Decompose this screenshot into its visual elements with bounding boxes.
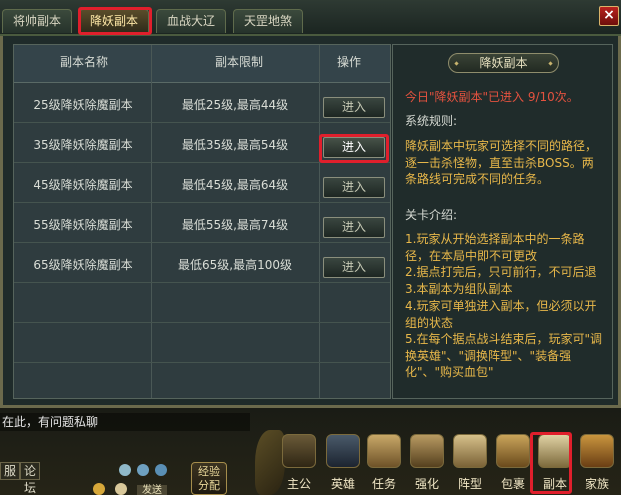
close-button[interactable]: × — [599, 6, 619, 26]
exp-distribute-button[interactable]: 经验 分配 — [191, 462, 227, 495]
level-rule: 1.玩家从开始选择副本中的一条路径，在本局中即不可更改 — [405, 232, 585, 263]
menu-label: 包裹 — [500, 477, 525, 491]
table-row: 35级降妖除魔副本 最低35级,最高54级 进入 — [14, 124, 390, 163]
tab-bar: 将帅副本 降妖副本 血战大辽 天罡地煞 × — [0, 0, 621, 36]
exp-label-line2: 分配 — [198, 479, 220, 492]
row-dungeon-name: 65级降妖除魔副本 — [33, 258, 133, 272]
info-panel: 降妖副本 今日"降妖副本"已进入 9/10次。 系统规则: 降妖副本中玩家可选择… — [392, 44, 613, 399]
enter-button[interactable]: 进入 — [323, 137, 385, 158]
lord-icon — [282, 434, 316, 468]
menu-label: 英雄 — [330, 477, 355, 491]
tab-demon-dungeon[interactable]: 降妖副本 — [79, 9, 149, 33]
menu-label: 阵型 — [457, 477, 482, 491]
tab-general-dungeon[interactable]: 将帅副本 — [2, 9, 72, 33]
hero-icon — [326, 434, 360, 468]
menu-label: 主公 — [286, 477, 311, 491]
table-row: 65级降妖除魔副本 最低65级,最高100级 进入 — [14, 244, 390, 283]
chat-tab-server[interactable]: 服 — [0, 462, 21, 480]
bag-icon — [496, 434, 530, 468]
send-button[interactable]: 发送 — [137, 485, 167, 495]
table-header: 副本名称 副本限制 操作 — [14, 45, 390, 83]
menu-hero[interactable]: 英雄 — [322, 430, 364, 494]
hammer-icon — [410, 434, 444, 468]
menu-formation[interactable]: 阵型 — [449, 430, 491, 494]
dungeon-icon — [538, 434, 572, 468]
menu-dungeon[interactable]: 副本 — [534, 430, 576, 494]
info-title: 降妖副本 — [448, 53, 559, 73]
enter-button[interactable]: 进入 — [323, 97, 385, 118]
menu-bag[interactable]: 包裹 — [492, 430, 534, 494]
header-dungeon-name: 副本名称 — [59, 55, 108, 69]
menu-label: 家族 — [584, 477, 609, 491]
chat-tab-forum[interactable]: 论坛 — [20, 462, 41, 495]
row-dungeon-name: 35级降妖除魔副本 — [33, 138, 133, 152]
level-rule: 4.玩家可单独进入副本，但必须以开组的状态 — [405, 299, 597, 330]
row-dungeon-name: 25级降妖除魔副本 — [33, 98, 133, 112]
enter-button[interactable]: 进入 — [323, 217, 385, 238]
formation-icon — [453, 434, 487, 468]
table-row-empty — [14, 324, 390, 363]
row-dungeon-limit: 最低65级,最高100级 — [178, 258, 292, 272]
chat-message: 在此，有问题私聊 — [0, 413, 250, 431]
menu-lord[interactable]: 主公 — [278, 430, 320, 494]
row-dungeon-limit: 最低45级,最高64级 — [181, 178, 289, 192]
dungeon-panel: 副本名称 副本限制 操作 25级降妖除魔副本 最低25级,最高44级 进入 35… — [0, 36, 621, 408]
speaker-icon[interactable] — [115, 483, 127, 495]
eye-icon[interactable] — [119, 464, 131, 476]
level-rule: 5.在每个据点战斗结束后，玩家可"调换英雄"、"调换阵型"、"装备强化"、"购买… — [405, 332, 602, 379]
levels-heading: 关卡介绍: — [405, 208, 458, 222]
today-entries-text: 今日"降妖副本"已进入 9/10次。 — [405, 90, 579, 104]
menu-enhance[interactable]: 强化 — [406, 430, 448, 494]
table-row-empty — [14, 364, 390, 403]
menu-label: 副本 — [542, 477, 567, 491]
row-dungeon-limit: 最低25级,最高44级 — [181, 98, 289, 112]
person-icon[interactable] — [137, 464, 149, 476]
tab-liao-battle[interactable]: 血战大辽 — [156, 9, 226, 33]
enter-button[interactable]: 进入 — [323, 257, 385, 278]
menu-label: 任务 — [371, 477, 396, 491]
level-rule: 3.本副本为组队副本 — [405, 282, 513, 296]
header-action: 操作 — [336, 55, 361, 69]
table-row: 25级降妖除魔副本 最低25级,最高44级 进入 — [14, 84, 390, 123]
row-dungeon-name: 45级降妖除魔副本 — [33, 178, 133, 192]
menu-quest[interactable]: 任务 — [363, 430, 405, 494]
table-row-empty — [14, 284, 390, 323]
header-dungeon-limit: 副本限制 — [214, 55, 263, 69]
dungeon-table: 副本名称 副本限制 操作 25级降妖除魔副本 最低25级,最高44级 进入 35… — [13, 44, 391, 399]
row-dungeon-name: 55级降妖除魔副本 — [33, 218, 133, 232]
row-dungeon-limit: 最低35级,最高54级 — [181, 138, 289, 152]
menu-family[interactable]: 家族 — [576, 430, 618, 494]
rules-body: 降妖副本中玩家可选择不同的路径，逐一击杀怪物，直至击杀BOSS。两条路线可完成不… — [405, 139, 598, 186]
menu-label: 强化 — [414, 477, 439, 491]
exp-label-line1: 经验 — [198, 465, 220, 478]
level-rule: 2.据点打完后，只可前行，不可后退 — [405, 265, 597, 279]
family-icon — [580, 434, 614, 468]
table-row: 55级降妖除魔副本 最低55级,最高74级 进入 — [14, 204, 390, 243]
quest-icon — [367, 434, 401, 468]
tab-tiangang[interactable]: 天罡地煞 — [233, 9, 303, 33]
rules-heading: 系统规则: — [405, 114, 458, 128]
table-row: 45级降妖除魔副本 最低45级,最高64级 进入 — [14, 164, 390, 203]
people-icon[interactable] — [155, 464, 167, 476]
coin-icon[interactable] — [93, 483, 105, 495]
enter-button[interactable]: 进入 — [323, 177, 385, 198]
row-dungeon-limit: 最低55级,最高74级 — [181, 218, 289, 232]
